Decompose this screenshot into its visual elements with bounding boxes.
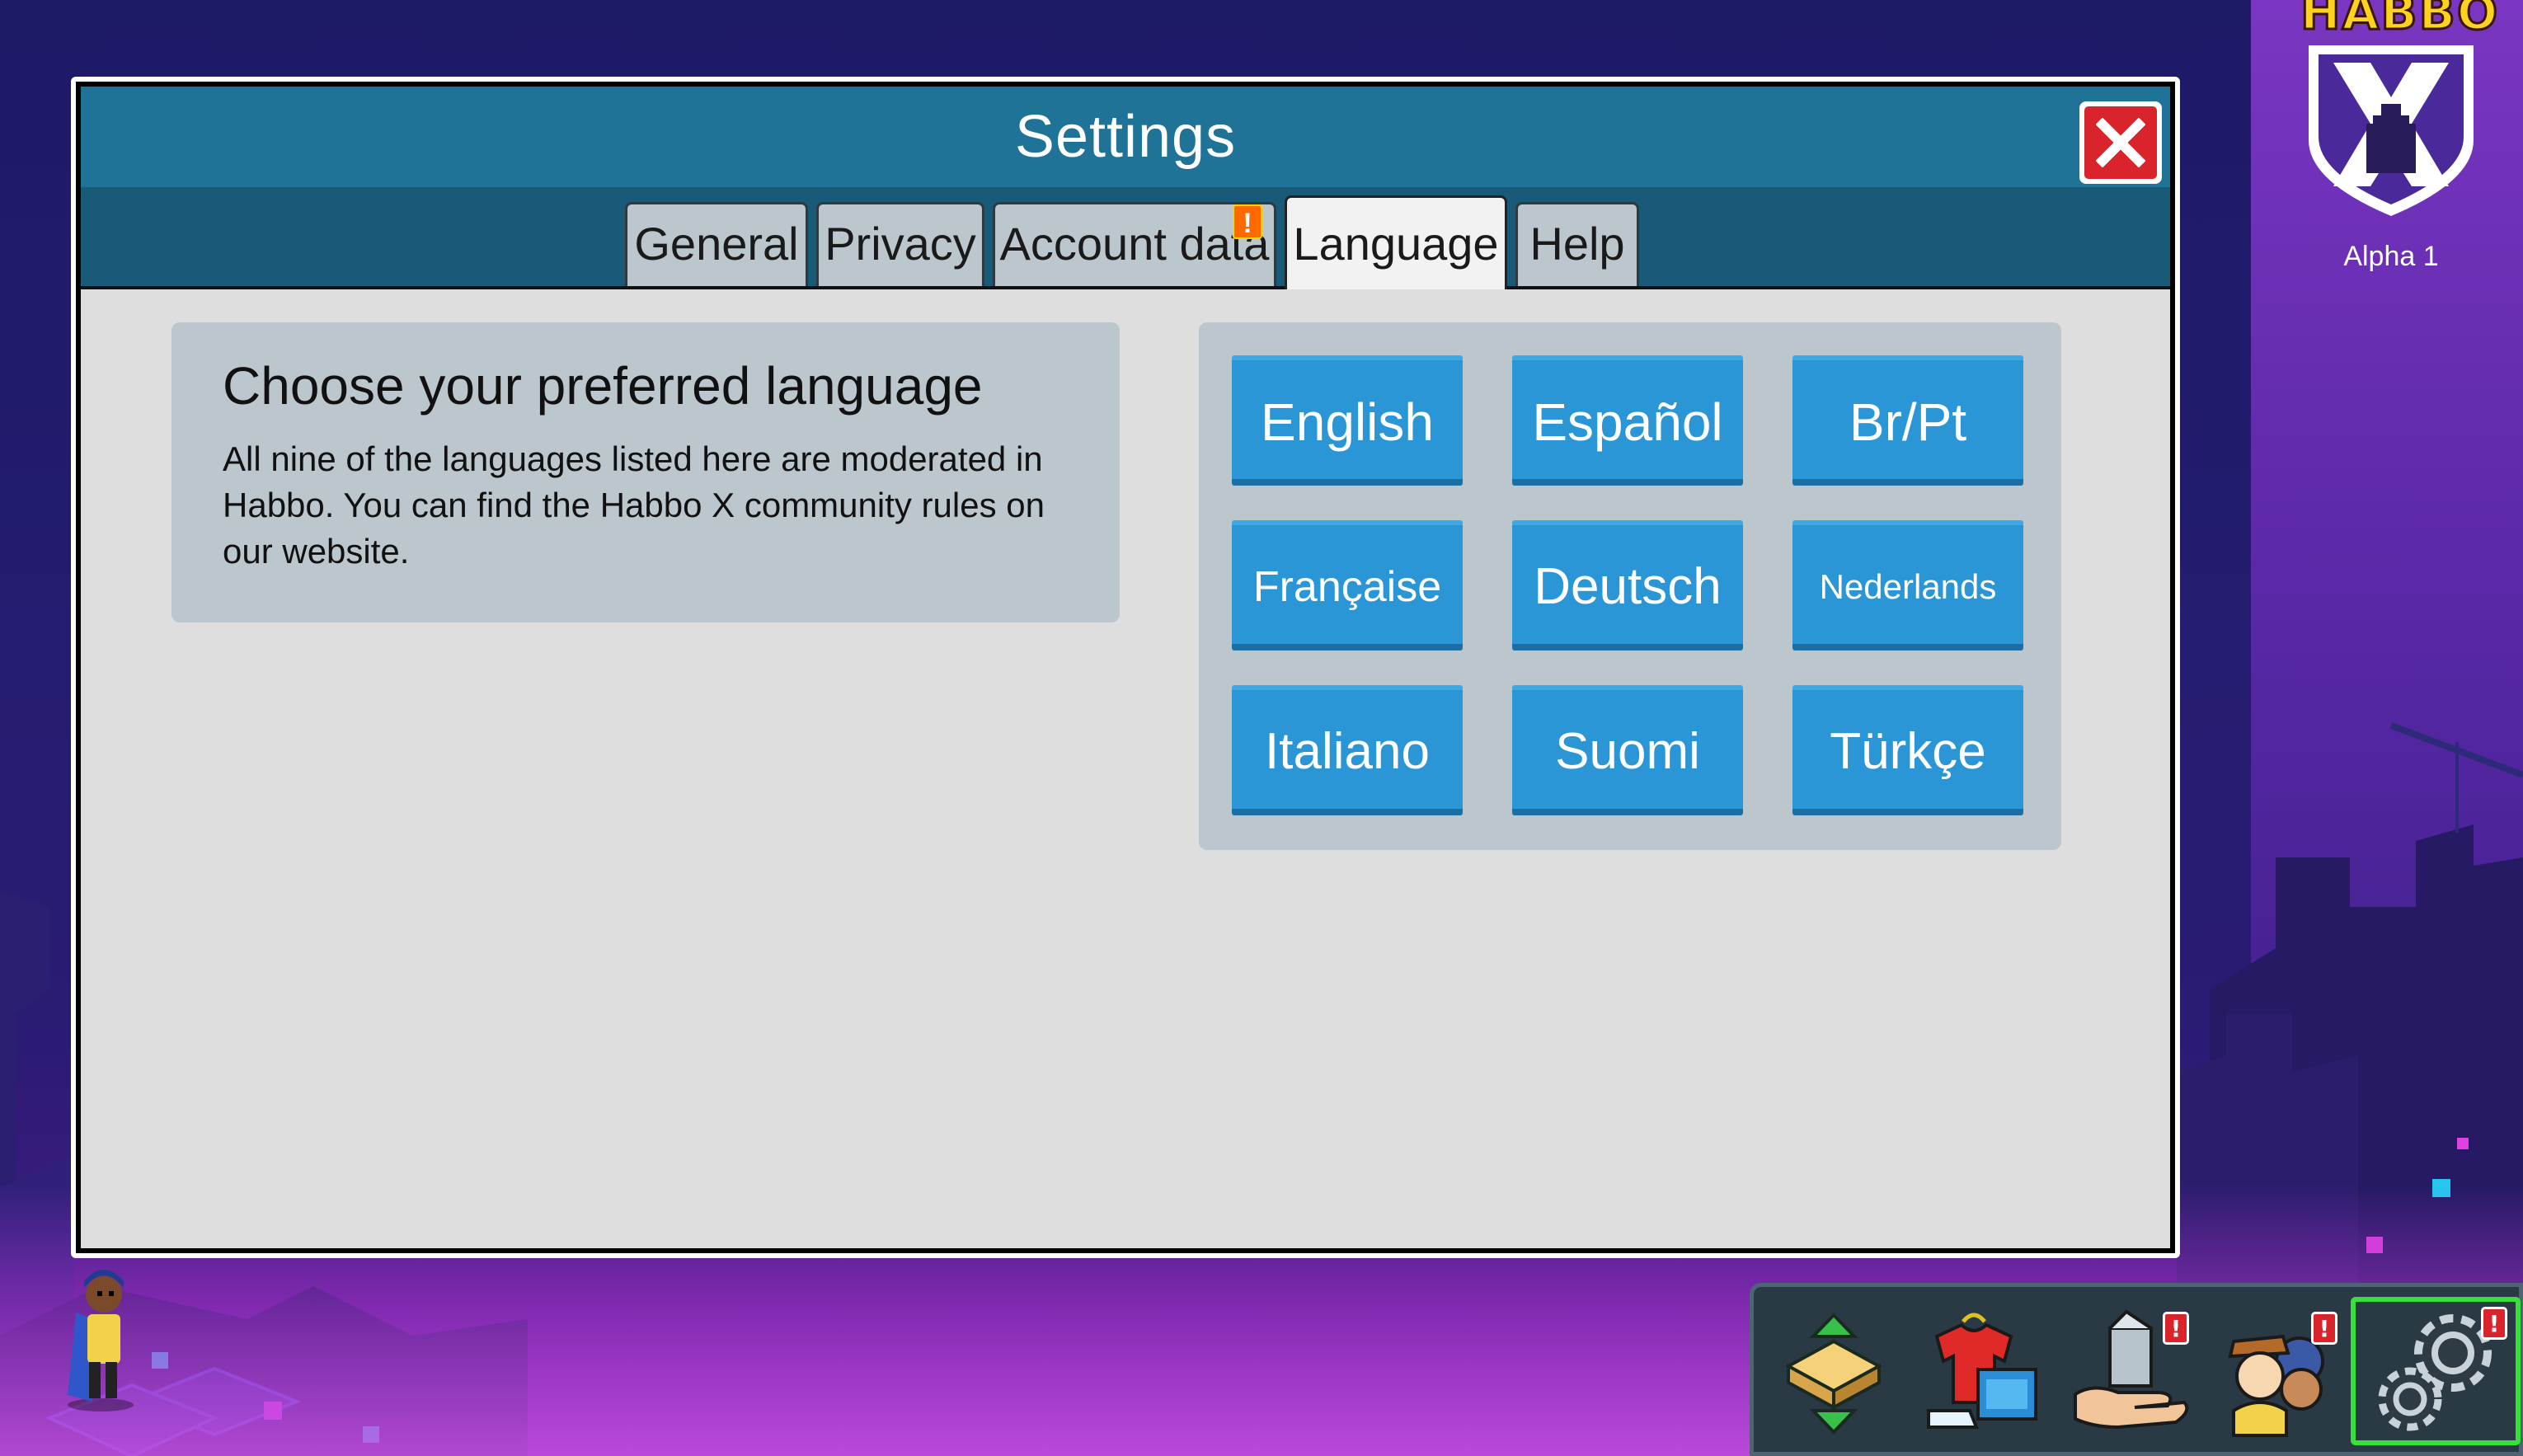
settings-content: Choose your preferred language All nine … xyxy=(81,289,2170,1248)
alert-badge: ! xyxy=(2481,1307,2507,1340)
tab-label: Language xyxy=(1293,218,1499,270)
language-button-deutsch[interactable]: Deutsch xyxy=(1512,520,1743,651)
language-button-nederlands[interactable]: Nederlands xyxy=(1792,520,2023,651)
tab-privacy[interactable]: Privacy xyxy=(816,202,984,286)
avatar[interactable] xyxy=(51,1263,150,1411)
tab-account-data[interactable]: Account data ! xyxy=(993,202,1276,286)
language-heading: Choose your preferred language xyxy=(223,356,983,416)
window-title: Settings xyxy=(1014,104,1237,170)
language-description: All nine of the languages listed here ar… xyxy=(223,439,1045,571)
tab-general[interactable]: General xyxy=(625,202,808,286)
habbo-x-shield-logo xyxy=(2309,45,2474,216)
language-button-francaise[interactable]: Française xyxy=(1232,520,1463,651)
inventory-button[interactable]: ! xyxy=(2060,1303,2201,1444)
language-button-suomi[interactable]: Suomi xyxy=(1512,685,1743,815)
settings-button[interactable]: ! xyxy=(2351,1297,2521,1445)
tab-help[interactable]: Help xyxy=(1515,202,1639,286)
friends-button[interactable]: ! xyxy=(2209,1303,2349,1444)
tab-label: Privacy xyxy=(825,218,976,270)
room-navigator-icon xyxy=(1784,1313,1883,1435)
close-icon xyxy=(2084,106,2157,179)
language-info-panel: Choose your preferred language All nine … xyxy=(171,322,1120,622)
settings-window-body: Settings General Privacy Account data ! xyxy=(81,87,2170,1248)
close-button[interactable] xyxy=(2079,101,2162,184)
tab-label: General xyxy=(634,218,799,270)
hotel-label: Alpha 1 xyxy=(2343,241,2439,272)
alert-badge: ! xyxy=(1233,204,1262,239)
tab-bar: General Privacy Account data ! Language … xyxy=(81,187,2170,291)
tab-label: Account data xyxy=(999,218,1270,270)
room-navigator-button[interactable] xyxy=(1764,1303,1904,1444)
tab-language[interactable]: Language xyxy=(1285,195,1507,291)
language-button-espanol[interactable]: Español xyxy=(1512,355,1743,486)
settings-titlebar[interactable]: Settings xyxy=(81,87,2170,190)
language-button-turkce[interactable]: Türkçe xyxy=(1792,685,2023,815)
language-button-english[interactable]: English xyxy=(1232,355,1463,486)
bottom-toolbar: ! ! ! xyxy=(1750,1283,2523,1456)
language-options-panel: English Español Br/Pt Française Deutsch … xyxy=(1199,322,2061,850)
settings-window: Settings General Privacy Account data ! xyxy=(71,77,2180,1258)
language-button-br-pt[interactable]: Br/Pt xyxy=(1792,355,2023,486)
wardrobe-catalog-icon xyxy=(1927,1313,2037,1429)
alert-badge: ! xyxy=(2163,1312,2189,1345)
wardrobe-catalog-button[interactable] xyxy=(1912,1303,2052,1444)
language-button-italiano[interactable]: Italiano xyxy=(1232,685,1463,815)
alert-badge: ! xyxy=(2311,1312,2337,1345)
tab-label: Help xyxy=(1529,218,1625,270)
